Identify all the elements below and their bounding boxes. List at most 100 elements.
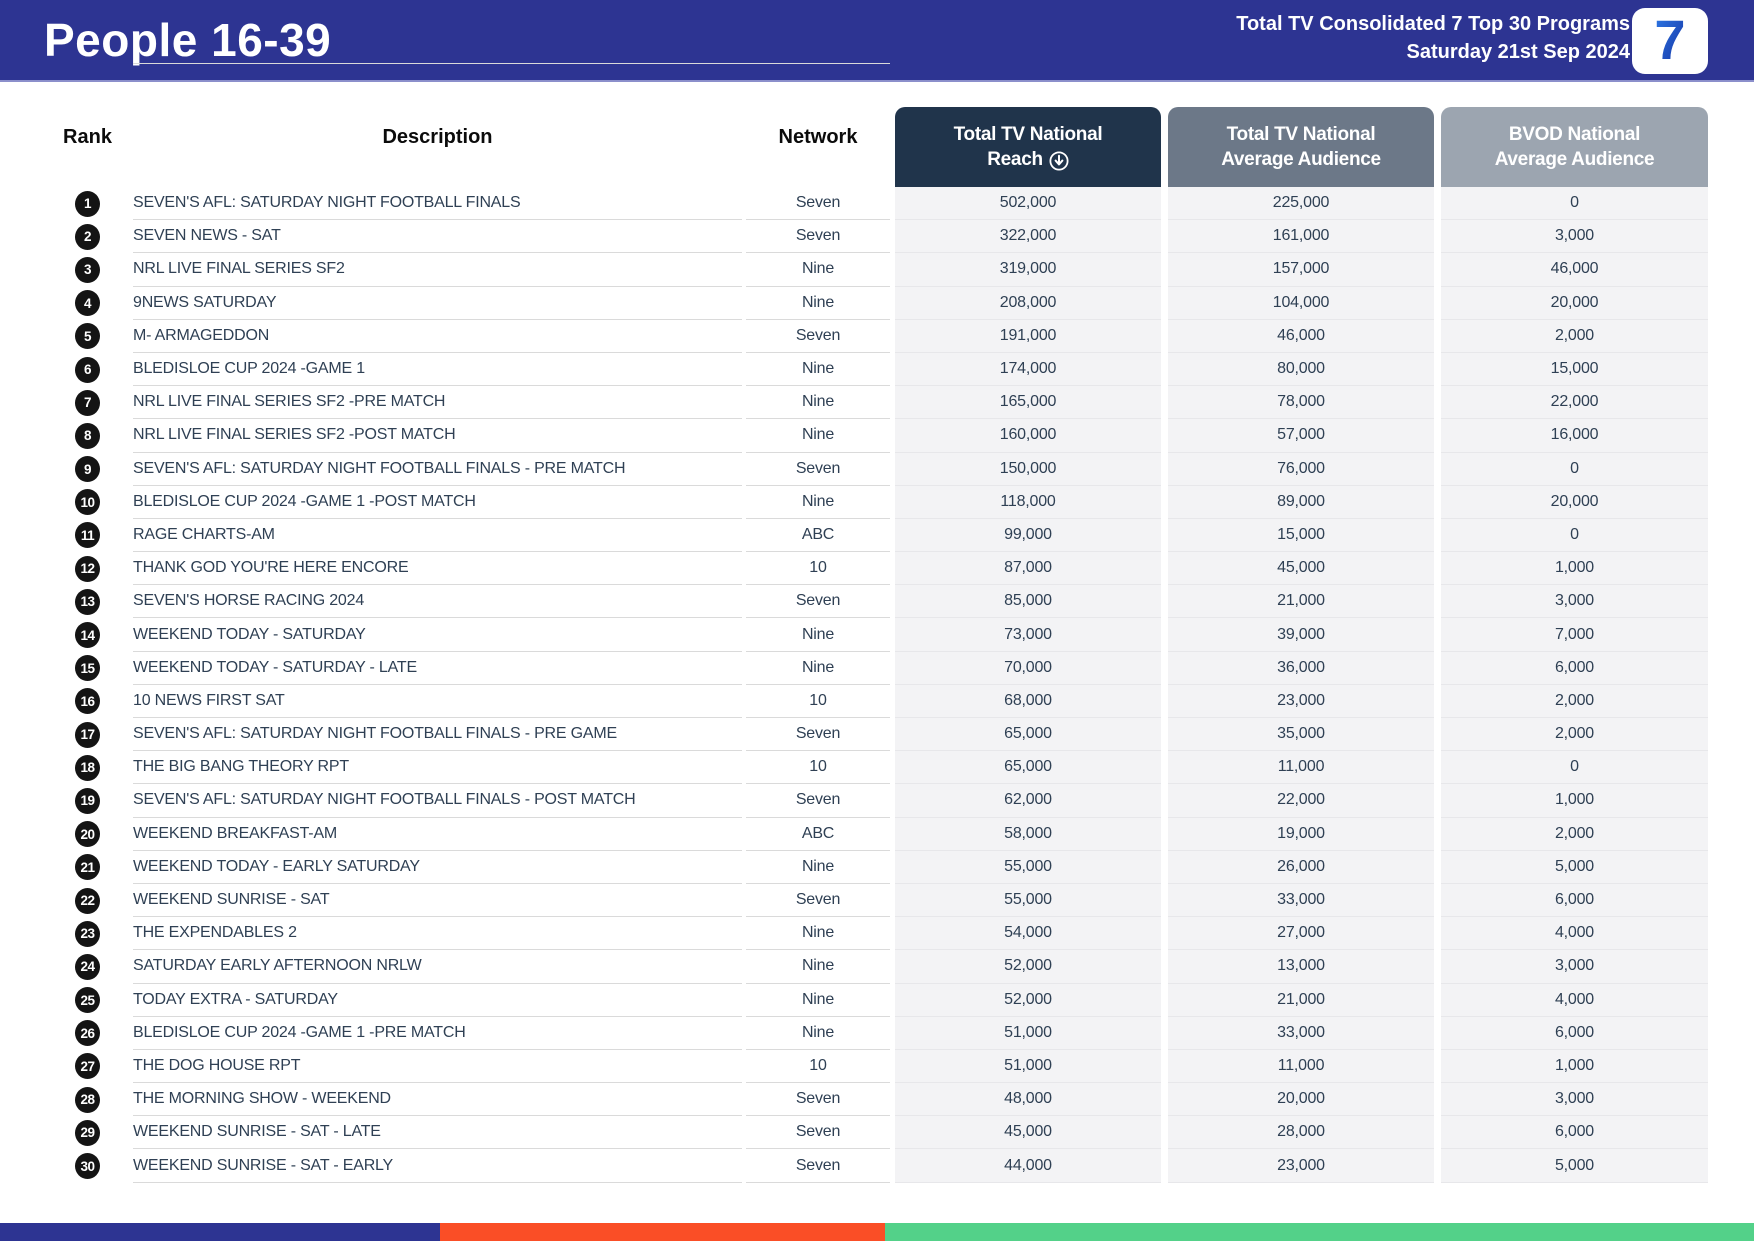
network-cell: Nine (746, 486, 890, 519)
network-cell: ABC (746, 519, 890, 553)
average-audience-cell: 28,000 (1168, 1116, 1434, 1150)
table-header-row: Rank Description Network Total TV Nation… (0, 107, 1754, 187)
average-audience-cell: 89,000 (1168, 485, 1434, 519)
average-audience-cell: 157,000 (1168, 253, 1434, 287)
rank-badge: 5 (75, 323, 100, 350)
reach-cell: 58,000 (895, 817, 1161, 851)
rank-cell: 7 (60, 386, 115, 419)
report-subtitle-line2: Saturday 21st Sep 2024 (1406, 41, 1630, 63)
column-header-total-tv-national-reach[interactable]: Total TV National Reach (895, 107, 1161, 187)
rank-badge: 3 (75, 256, 100, 283)
bvod-audience-cell: 4,000 (1441, 983, 1708, 1017)
table-row: 8 NRL LIVE FINAL SERIES SF2 -POST MATCH … (0, 419, 1754, 453)
rank-badge: 9 (75, 456, 100, 483)
bvod-audience-cell: 6,000 (1441, 1116, 1708, 1150)
average-audience-cell: 13,000 (1168, 950, 1434, 984)
footer-stripe-orange (440, 1223, 885, 1241)
rank-cell: 18 (60, 751, 115, 784)
description-cell: THE MORNING SHOW - WEEKEND (133, 1083, 742, 1117)
rank-badge: 8 (75, 422, 100, 449)
average-audience-cell: 76,000 (1168, 452, 1434, 486)
bvod-audience-cell: 6,000 (1441, 883, 1708, 918)
network-cell: 10 (746, 1050, 890, 1084)
description-cell: WEEKEND BREAKFAST-AM (133, 818, 742, 851)
reach-cell: 70,000 (895, 651, 1161, 685)
description-cell: NRL LIVE FINAL SERIES SF2 -PRE MATCH (133, 386, 742, 420)
rank-badge: 6 (75, 356, 100, 383)
bvod-audience-cell: 7,000 (1441, 618, 1708, 652)
average-audience-cell: 26,000 (1168, 850, 1434, 884)
report-subtitle: Total TV Consolidated 7 Top 30 Programs … (1236, 10, 1630, 66)
table-row: 4 9NEWS SATURDAY Nine 208,000 104,000 20… (0, 286, 1754, 320)
rank-badge: 16 (75, 688, 100, 715)
seven-logo-icon: 7 (1654, 12, 1685, 70)
rank-cell: 10 (60, 486, 115, 519)
network-cell: Nine (746, 917, 890, 951)
column-header-description: Description (382, 125, 493, 148)
rank-cell: 28 (60, 1083, 115, 1116)
rank-cell: 25 (60, 984, 115, 1017)
table-row: 21 WEEKEND TODAY - EARLY SATURDAY Nine 5… (0, 850, 1754, 884)
report-subtitle-line1: Total TV Consolidated 7 Top 30 Programs (1236, 13, 1630, 35)
rank-cell: 2 (60, 220, 115, 253)
network-cell: 10 (746, 552, 890, 586)
description-cell: TODAY EXTRA - SATURDAY (133, 984, 742, 1017)
table-row: 2 SEVEN NEWS - SAT Seven 322,000 161,000… (0, 220, 1754, 254)
average-audience-cell: 21,000 (1168, 585, 1434, 619)
description-cell: THE EXPENDABLES 2 (133, 917, 742, 951)
reach-cell: 44,000 (895, 1149, 1161, 1183)
rank-cell: 5 (60, 320, 115, 353)
table-row: 11 RAGE CHARTS-AM ABC 99,000 15,000 0 (0, 518, 1754, 553)
rank-badge: 15 (75, 655, 100, 682)
average-audience-cell: 20,000 (1168, 1083, 1434, 1117)
description-cell: SEVEN'S AFL: SATURDAY NIGHT FOOTBALL FIN… (133, 784, 742, 818)
network-cell: Seven (746, 320, 890, 353)
reach-cell: 52,000 (895, 950, 1161, 984)
network-cell: Nine (746, 950, 890, 984)
footer-stripe-blue (0, 1223, 440, 1241)
bvod-audience-cell: 5,000 (1441, 850, 1708, 884)
network-cell: Nine (746, 618, 890, 652)
description-cell: WEEKEND SUNRISE - SAT - LATE (133, 1116, 742, 1150)
table-row: 17 SEVEN'S AFL: SATURDAY NIGHT FOOTBALL … (0, 718, 1754, 752)
rank-cell: 15 (60, 652, 115, 685)
description-cell: THE DOG HOUSE RPT (133, 1050, 742, 1084)
average-audience-cell: 35,000 (1168, 718, 1434, 752)
average-audience-cell: 36,000 (1168, 651, 1434, 685)
bvod-audience-cell: 3,000 (1441, 220, 1708, 254)
network-cell: Nine (746, 253, 890, 287)
rank-badge: 30 (75, 1153, 100, 1180)
reach-cell: 87,000 (895, 552, 1161, 586)
network-cell: 10 (746, 751, 890, 785)
rank-badge: 18 (75, 754, 100, 781)
reach-cell: 191,000 (895, 319, 1161, 353)
reach-cell: 62,000 (895, 784, 1161, 818)
network-cell: Nine (746, 419, 890, 453)
reach-cell: 99,000 (895, 518, 1161, 553)
table-row: 6 BLEDISLOE CUP 2024 -GAME 1 Nine 174,00… (0, 352, 1754, 387)
network-cell: Seven (746, 453, 890, 486)
network-cell: Nine (746, 386, 890, 420)
table-row: 25 TODAY EXTRA - SATURDAY Nine 52,000 21… (0, 983, 1754, 1017)
average-audience-cell: 46,000 (1168, 319, 1434, 353)
rank-badge: 26 (75, 1020, 100, 1047)
table-row: 30 WEEKEND SUNRISE - SAT - EARLY Seven 4… (0, 1149, 1754, 1183)
average-audience-cell: 23,000 (1168, 684, 1434, 718)
average-audience-cell: 225,000 (1168, 187, 1434, 221)
table-row: 26 BLEDISLOE CUP 2024 -GAME 1 -PRE MATCH… (0, 1016, 1754, 1050)
bvod-audience-cell: 3,000 (1441, 585, 1708, 619)
rank-cell: 20 (60, 818, 115, 851)
rank-badge: 2 (75, 223, 100, 250)
bvod-audience-cell: 1,000 (1441, 1049, 1708, 1084)
column-header-bvod-national-average-audience[interactable]: BVOD National Average Audience (1441, 107, 1708, 187)
column-header-network: Network (778, 125, 858, 148)
page-title: People 16-39 (44, 14, 332, 66)
rank-cell: 6 (60, 353, 115, 386)
column-header-total-tv-national-average-audience[interactable]: Total TV National Average Audience (1168, 107, 1434, 187)
rank-cell: 27 (60, 1050, 115, 1083)
rank-cell: 30 (60, 1149, 115, 1182)
table-row: 19 SEVEN'S AFL: SATURDAY NIGHT FOOTBALL … (0, 784, 1754, 818)
footer-stripe (0, 1223, 1754, 1241)
table-row: 27 THE DOG HOUSE RPT 10 51,000 11,000 1,… (0, 1049, 1754, 1084)
reach-cell: 55,000 (895, 883, 1161, 918)
